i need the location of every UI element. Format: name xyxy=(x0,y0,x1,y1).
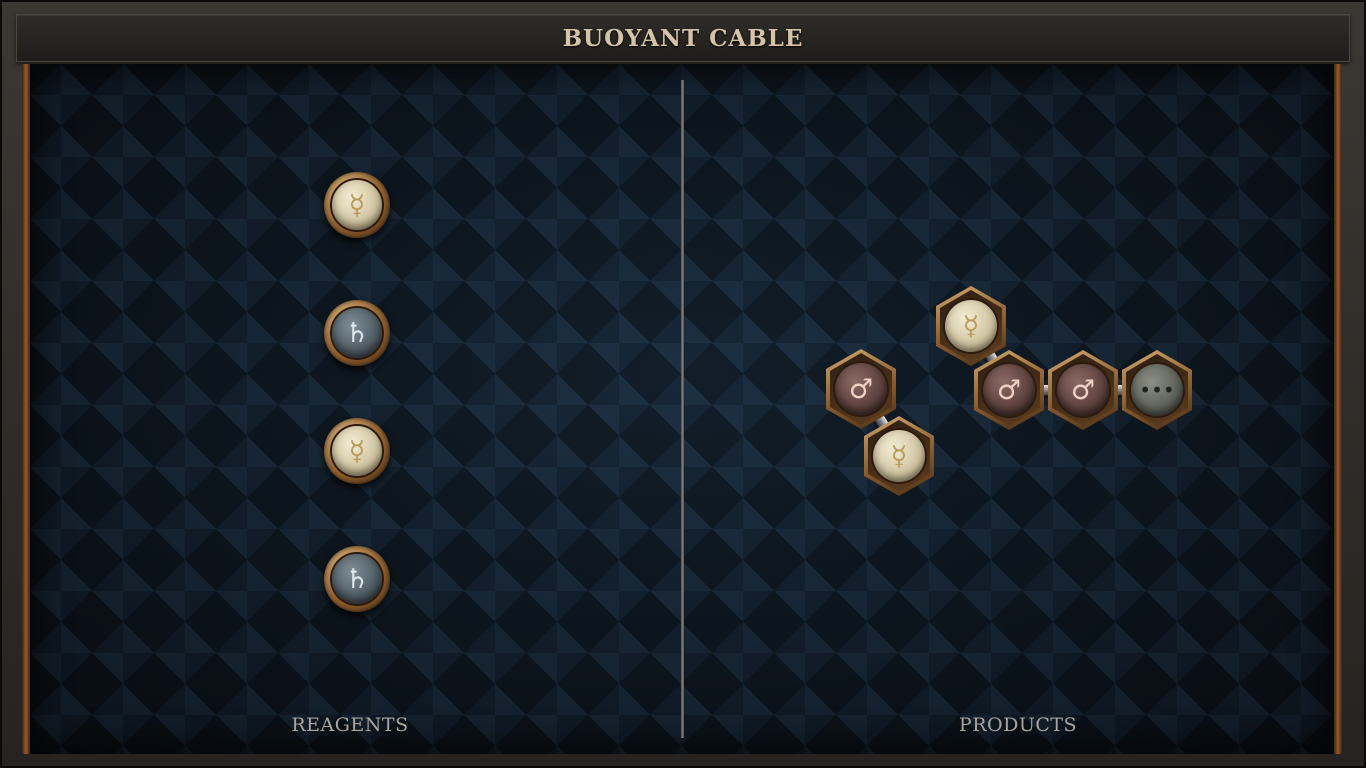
title-bar: BUOYANT CABLE xyxy=(16,14,1350,62)
mars-icon: ♂ xyxy=(983,364,1035,416)
mars-icon: ♂ xyxy=(1057,364,1109,416)
left-copper-rail xyxy=(22,64,30,754)
reagent-slot-3[interactable]: ☿ xyxy=(324,418,390,484)
reagent-slot-2[interactable]: ♄ xyxy=(324,300,390,366)
mercury-icon: ☿ xyxy=(945,300,997,352)
atom-socket: ••• xyxy=(1126,354,1188,426)
atom-socket: ♂ xyxy=(830,353,892,425)
atom-socket: ☿ xyxy=(940,290,1002,362)
ellipsis-icon: ••• xyxy=(1131,364,1183,416)
panel-divider xyxy=(681,80,684,738)
atom-socket: ♂ xyxy=(1052,354,1114,426)
saturn-icon: ♄ xyxy=(332,308,382,358)
mars-icon: ♂ xyxy=(835,363,887,415)
puzzle-title: BUOYANT CABLE xyxy=(562,24,804,52)
mercury-icon: ☿ xyxy=(332,426,382,476)
products-label: PRODUCTS xyxy=(958,714,1078,736)
mercury-icon: ☿ xyxy=(332,180,382,230)
atom-socket: ♂ xyxy=(978,354,1040,426)
right-copper-rail xyxy=(1334,64,1342,754)
saturn-icon: ♄ xyxy=(332,554,382,604)
reagent-slot-1[interactable]: ☿ xyxy=(324,172,390,238)
reagent-slot-4[interactable]: ♄ xyxy=(324,546,390,612)
atom-socket: ☿ xyxy=(868,420,930,492)
mercury-icon: ☿ xyxy=(873,430,925,482)
reagents-label: REAGENTS xyxy=(291,714,409,736)
